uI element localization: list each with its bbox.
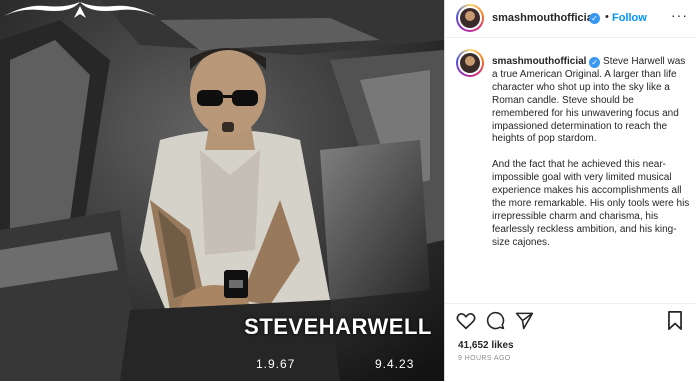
post-image[interactable]: STEVEHARWELL 1.9.67 9.4.23 [0,0,444,381]
caption-paragraph-1: Steve Harwell was a true American Origin… [492,56,686,145]
likes-count[interactable]: 41,652 likes [458,340,514,351]
memorial-name: STEVEHARWELL [244,314,432,339]
share-icon[interactable] [515,311,534,330]
heart-icon[interactable] [456,312,476,330]
post-timestamp[interactable]: 9 HOURS AGO [458,355,511,362]
header-username[interactable]: smashmouthofficial [492,12,596,24]
post-side-panel: smashmouthofficial ✓ • Follow ··· smashm… [444,0,696,381]
caption-paragraph-2: And the fact that he achieved this near-… [492,159,690,248]
bookmark-icon[interactable] [667,311,683,330]
death-date: 9.4.23 [375,357,415,371]
instagram-post: STEVEHARWELL 1.9.67 9.4.23 smashmouthoff… [0,0,696,381]
more-options-icon[interactable]: ··· [671,7,688,23]
post-caption: smashmouthofficial ✓ Steve Harwell was a… [492,56,692,263]
comment-icon[interactable] [486,311,505,330]
caption-verified-badge-icon: ✓ [589,57,601,68]
avatar[interactable] [456,4,484,32]
tribal-ornament [4,2,156,18]
verified-badge-icon: ✓ [589,13,600,24]
birth-date: 1.9.67 [256,357,296,371]
post-header: smashmouthofficial ✓ • Follow ··· [445,0,696,38]
caption-avatar[interactable] [456,49,484,77]
caption-username[interactable]: smashmouthofficial [492,56,586,67]
follow-button[interactable]: Follow [612,12,647,24]
separator-dot: • [605,11,609,23]
